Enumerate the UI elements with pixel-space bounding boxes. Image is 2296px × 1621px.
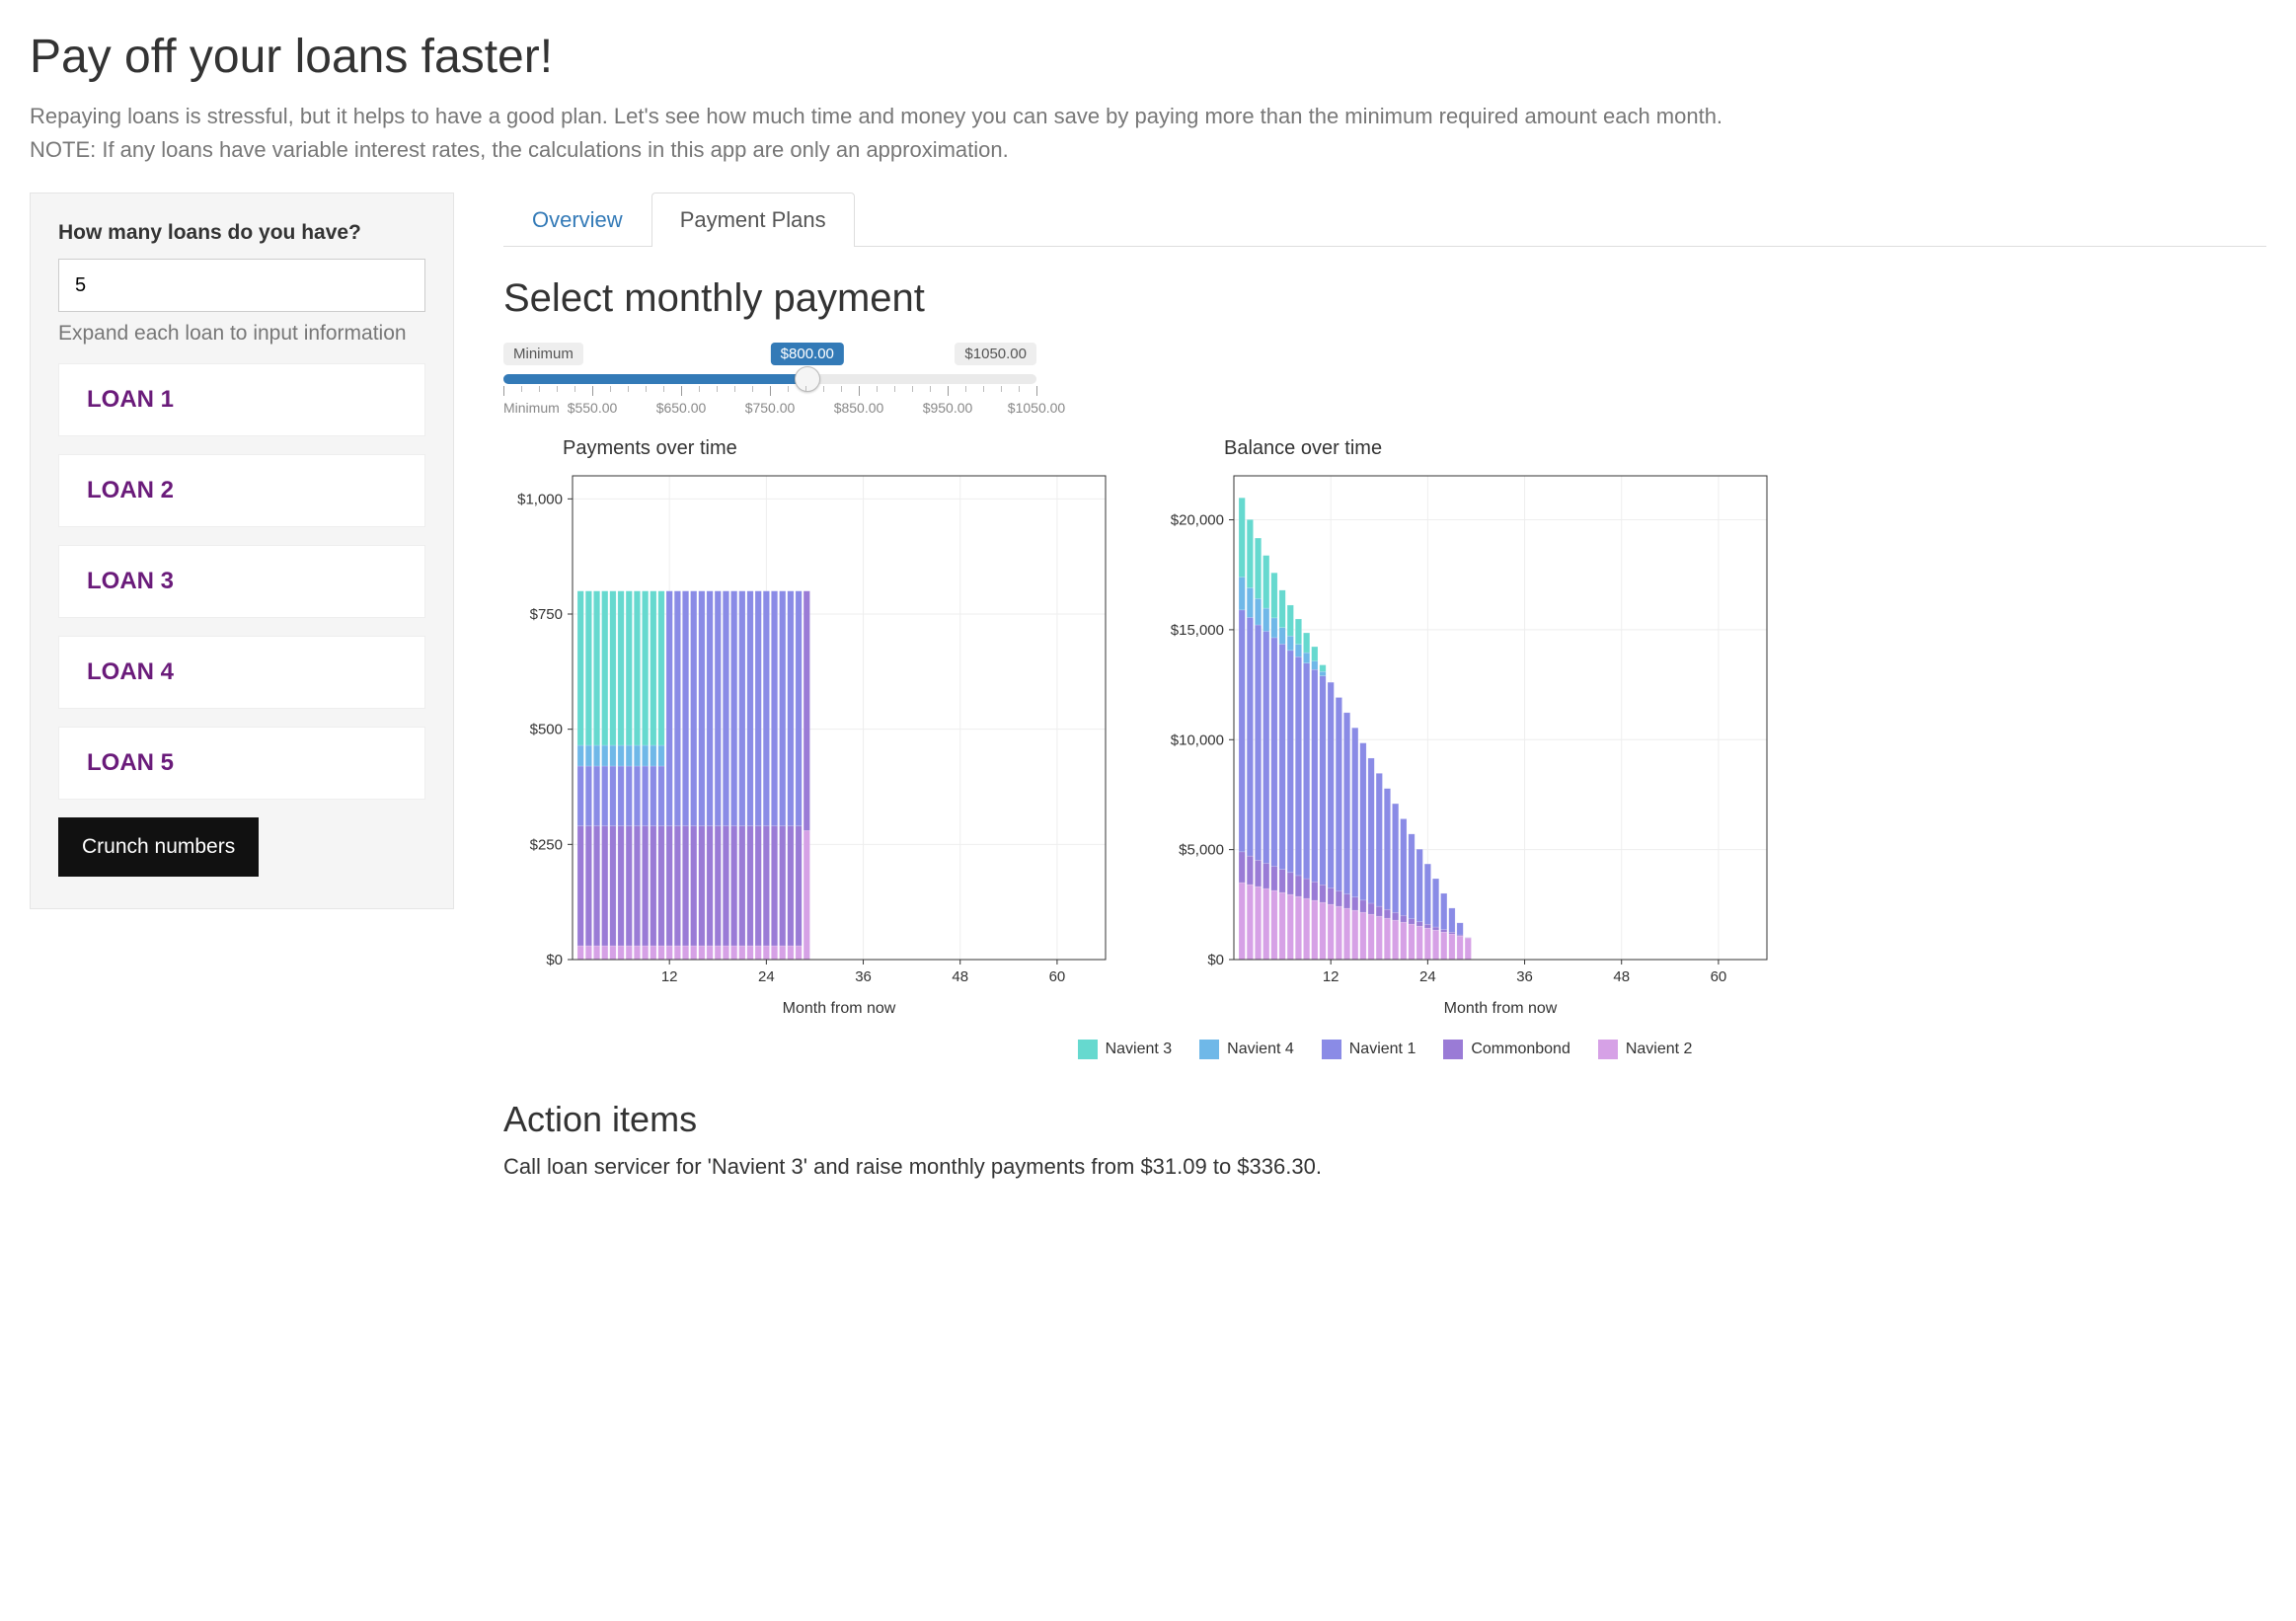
slider-title: Select monthly payment <box>503 276 2266 321</box>
tab-bar: Overview Payment Plans <box>503 193 2266 247</box>
svg-text:$20,000: $20,000 <box>1171 512 1224 529</box>
svg-text:$500: $500 <box>530 722 563 738</box>
slider-ticks <box>503 386 1036 398</box>
svg-text:12: 12 <box>1323 968 1339 985</box>
loan-item-label: LOAN 4 <box>87 658 174 685</box>
legend-swatch <box>1078 1040 1098 1059</box>
legend-label: Navient 4 <box>1227 1041 1294 1058</box>
svg-text:24: 24 <box>1419 968 1436 985</box>
svg-text:$0: $0 <box>1207 952 1224 968</box>
svg-text:60: 60 <box>1711 968 1727 985</box>
svg-text:36: 36 <box>1516 968 1533 985</box>
legend-label: Navient 2 <box>1626 1041 1693 1058</box>
balance-xlabel: Month from now <box>1165 1000 1777 1018</box>
balance-chart: $0 $5,000 $10,000 $15,000 $20,000 12 24 36 48 60 <box>1165 466 1777 989</box>
legend-item: Commonbond <box>1443 1040 1570 1059</box>
svg-text:36: 36 <box>855 968 872 985</box>
payments-chart: $0 $250 $500 $750 $1,000 12 24 36 48 60 <box>503 466 1115 989</box>
legend-label: Navient 1 <box>1349 1041 1416 1058</box>
svg-text:$0: $0 <box>546 952 563 968</box>
svg-text:$750: $750 <box>530 606 563 623</box>
payment-slider[interactable]: Minimum $800.00 $1050.00 Minimum$550.00$… <box>503 343 1036 418</box>
loan-count-label: How many loans do you have? <box>58 221 425 245</box>
svg-text:$1,000: $1,000 <box>517 491 563 507</box>
loan-item-1[interactable]: LOAN 1 <box>58 363 425 436</box>
balance-chart-title: Balance over time <box>1165 437 1777 460</box>
svg-text:$250: $250 <box>530 836 563 853</box>
loan-item-4[interactable]: LOAN 4 <box>58 636 425 709</box>
note-text: NOTE: If any loans have variable interes… <box>30 137 2266 163</box>
sidebar-hint: Expand each loan to input information <box>58 322 425 346</box>
legend-item: Navient 1 <box>1322 1040 1416 1059</box>
legend-label: Navient 3 <box>1106 1041 1173 1058</box>
slider-max-pill: $1050.00 <box>955 343 1036 365</box>
crunch-numbers-button[interactable]: Crunch numbers <box>58 817 259 877</box>
loan-item-label: LOAN 5 <box>87 749 174 776</box>
svg-text:48: 48 <box>952 968 968 985</box>
legend-item: Navient 3 <box>1078 1040 1173 1059</box>
action-items-title: Action items <box>503 1099 2266 1140</box>
sidebar-panel: How many loans do you have? Expand each … <box>30 193 454 909</box>
action-item-1: Call loan servicer for 'Navient 3' and r… <box>503 1154 2266 1180</box>
legend-item: Navient 4 <box>1199 1040 1294 1059</box>
svg-text:48: 48 <box>1613 968 1630 985</box>
loan-item-label: LOAN 1 <box>87 386 174 413</box>
slider-fill <box>503 374 807 384</box>
legend-label: Commonbond <box>1471 1041 1570 1058</box>
loan-item-3[interactable]: LOAN 3 <box>58 545 425 618</box>
svg-text:$10,000: $10,000 <box>1171 732 1224 748</box>
page-title: Pay off your loans faster! <box>30 30 2266 84</box>
payments-chart-title: Payments over time <box>503 437 1115 460</box>
loan-count-input[interactable] <box>58 259 425 312</box>
svg-text:$15,000: $15,000 <box>1171 622 1224 639</box>
svg-text:12: 12 <box>661 968 678 985</box>
loan-item-2[interactable]: LOAN 2 <box>58 454 425 527</box>
payments-xlabel: Month from now <box>503 1000 1115 1018</box>
crunch-numbers-label: Crunch numbers <box>82 835 235 858</box>
legend-item: Navient 2 <box>1598 1040 1693 1059</box>
svg-text:60: 60 <box>1049 968 1066 985</box>
slider-value-pill: $800.00 <box>771 343 844 365</box>
chart-legend: Navient 3 Navient 4 Navient 1 Commonbond Nav… <box>503 1040 2266 1059</box>
lead-text: Repaying loans is stressful, but it help… <box>30 104 2266 129</box>
loan-item-5[interactable]: LOAN 5 <box>58 727 425 800</box>
slider-tick-labels: Minimum$550.00$650.00$750.00$850.00$950.… <box>503 400 1036 418</box>
loan-item-label: LOAN 2 <box>87 477 174 503</box>
loan-item-label: LOAN 3 <box>87 568 174 594</box>
legend-swatch <box>1443 1040 1463 1059</box>
slider-track[interactable] <box>503 374 1036 384</box>
legend-swatch <box>1322 1040 1341 1059</box>
legend-swatch <box>1598 1040 1618 1059</box>
tab-overview[interactable]: Overview <box>503 193 651 247</box>
legend-swatch <box>1199 1040 1219 1059</box>
svg-text:24: 24 <box>758 968 775 985</box>
slider-min-pill: Minimum <box>503 343 583 365</box>
svg-text:$5,000: $5,000 <box>1179 842 1224 859</box>
tab-payment-plans[interactable]: Payment Plans <box>651 193 855 247</box>
